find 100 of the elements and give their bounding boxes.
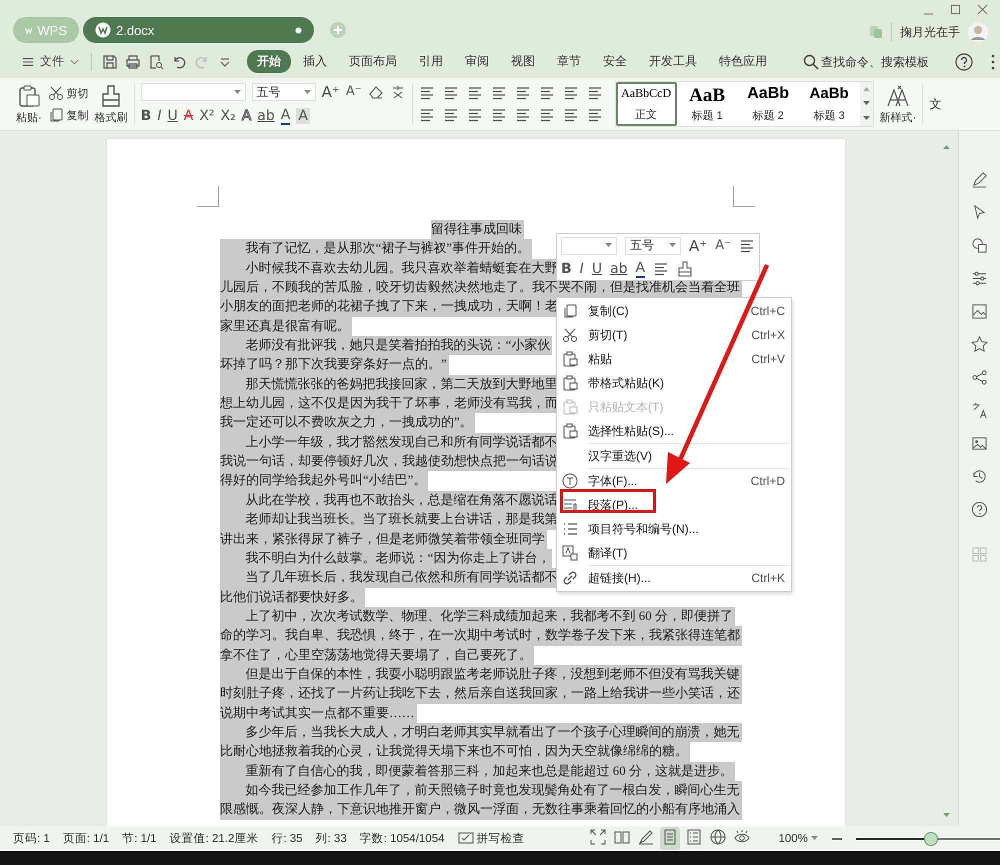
zoom-level[interactable]: 100% [778,832,818,844]
status-field: 页码: 1 [13,831,50,846]
spell-check-button[interactable]: 拼写检查 [458,830,524,846]
eraser-icon[interactable] [368,84,384,100]
cursor-icon[interactable] [971,204,988,221]
menu-item[interactable]: 翻译(T) [557,541,791,565]
page-view-icon[interactable] [660,827,680,850]
menu-item[interactable]: 剪切(T) Ctrl+X [557,323,791,347]
image-icon[interactable] [971,303,988,320]
shortcut-label: Ctrl+C [750,304,785,318]
scroll-down-icon[interactable] [862,101,870,106]
ribbon-tab[interactable]: 视图 [501,50,545,73]
ribbon-tab[interactable]: 引用 [409,50,453,73]
menu-item-label: 选择性粘贴(S)... [588,422,675,440]
menu-item[interactable]: 复制(C) Ctrl+C [557,299,791,323]
ribbon-tab[interactable]: 章节 [547,50,591,73]
close-icon[interactable] [977,4,988,15]
translate-icon [562,545,578,561]
grow-font-icon[interactable]: A⁺ [322,84,340,100]
highlight-icon[interactable]: ab [610,260,628,276]
link-icon [562,570,578,586]
copy-button[interactable]: 复制 [48,107,89,123]
style-option[interactable]: AaB 标题 1 [676,82,738,126]
font-name-field[interactable] [140,83,246,101]
scroll-down-icon[interactable] [942,813,950,818]
shapes-icon[interactable] [971,237,988,254]
ribbon-tab[interactable]: 安全 [593,50,637,73]
ribbon-tab[interactable]: 审阅 [455,50,499,73]
font-size-field[interactable]: 五号 [625,236,682,254]
sliders-icon[interactable] [971,270,988,287]
ribbon-tab[interactable]: 开始 [247,50,291,73]
underline-icon[interactable]: U [167,108,178,124]
menu-item-label: 只粘贴文本(T) [588,398,664,416]
more-styles-icon[interactable] [862,116,870,122]
highlight-icon[interactable]: ab [257,108,275,124]
brush-icon[interactable] [677,260,694,276]
ribbon-tab[interactable]: 开发工具 [639,50,707,73]
menu-item-label: 汉字重选(V) [588,448,653,464]
ribbon-tab[interactable]: 插入 [293,50,337,73]
subscript-icon[interactable]: X₂ [220,108,236,124]
font-size-field[interactable]: 五号 [252,83,316,101]
style-option[interactable]: AaBbCcD 正文 [616,82,677,126]
menu-item[interactable]: 粘贴 Ctrl+V [557,347,791,371]
font-name-field[interactable] [561,236,618,254]
menu-item[interactable]: 超链接(H)... Ctrl+K [557,566,791,590]
ribbon-tab[interactable]: 页面布局 [339,50,407,73]
command-search-field[interactable]: 查找命令、搜索模板 [803,54,939,70]
shortcut-label: Ctrl+K [751,571,785,585]
new-style-icon [886,84,910,108]
grow-font-icon[interactable]: A⁺ [689,238,708,254]
menu-item-label: 超链接(H)... [588,570,652,586]
strikethrough-icon[interactable]: A [184,108,194,124]
underline-icon[interactable]: U [592,260,602,276]
file-menu[interactable]: 文件 [22,53,79,70]
more-options-icon[interactable] [991,54,995,70]
margin-corner-icon [733,186,755,208]
italic-icon[interactable]: I [580,260,584,276]
picture-icon[interactable] [971,435,988,452]
paste-button[interactable]: 粘贴· [16,84,42,124]
print-icon[interactable] [125,54,141,70]
help-icon[interactable] [971,501,988,518]
status-field: 设置值: 21.2厘米 [170,831,258,846]
font-icon [562,473,578,489]
new-style-button[interactable]: 新样式· [880,84,916,124]
history-icon[interactable] [971,468,988,485]
menu-item[interactable]: 字体(F)... Ctrl+D [557,469,791,493]
menu-item[interactable]: 带格式粘贴(K) [557,371,791,395]
document-tab[interactable]: 2.docx [83,17,314,43]
shrink-font-icon[interactable]: A⁻ [346,84,362,100]
translate-icon[interactable] [971,402,988,419]
shortcut-label: Ctrl+D [750,474,785,488]
menu-item[interactable]: 项目符号和编号(N)... [557,517,791,541]
user-name[interactable]: 掬月光在手 [900,24,960,40]
bold-icon[interactable]: B [561,260,572,276]
text-effect-icon[interactable]: A [242,108,252,124]
superscript-icon[interactable]: X² [199,108,215,124]
pen-icon[interactable] [971,171,988,188]
print-preview-icon[interactable] [148,54,164,70]
zoom-slider-thumb[interactable] [924,832,938,846]
menu-item[interactable]: 汉字重选(V) [557,444,791,468]
shrink-font-icon[interactable]: A⁻ [715,238,731,254]
paste-icon [562,351,578,367]
unsaved-dot-icon [295,26,302,34]
style-label: 正文 [635,108,658,122]
bold-icon[interactable]: B [140,108,152,124]
cut-button[interactable]: 剪切 [48,85,89,101]
ribbon-tab[interactable]: 特色应用 [709,50,777,73]
share-icon[interactable] [971,369,988,386]
menu-item[interactable]: 选择性粘贴(S)... [557,419,791,443]
help-icon[interactable] [955,52,973,70]
maximize-icon[interactable] [950,4,961,15]
italic-icon[interactable]: I [157,108,162,124]
save-icon[interactable] [102,54,118,70]
format-painter-button[interactable]: 格式刷 [94,84,128,124]
character-shading-icon[interactable]: A [296,108,310,124]
scroll-up-icon[interactable] [942,145,950,150]
ribbon-label[interactable]: 文 [929,96,942,112]
star-icon[interactable] [971,336,988,353]
style-option[interactable]: AaBb 标题 2 [738,82,799,126]
style-option[interactable]: AaBb 标题 3 [798,82,860,126]
